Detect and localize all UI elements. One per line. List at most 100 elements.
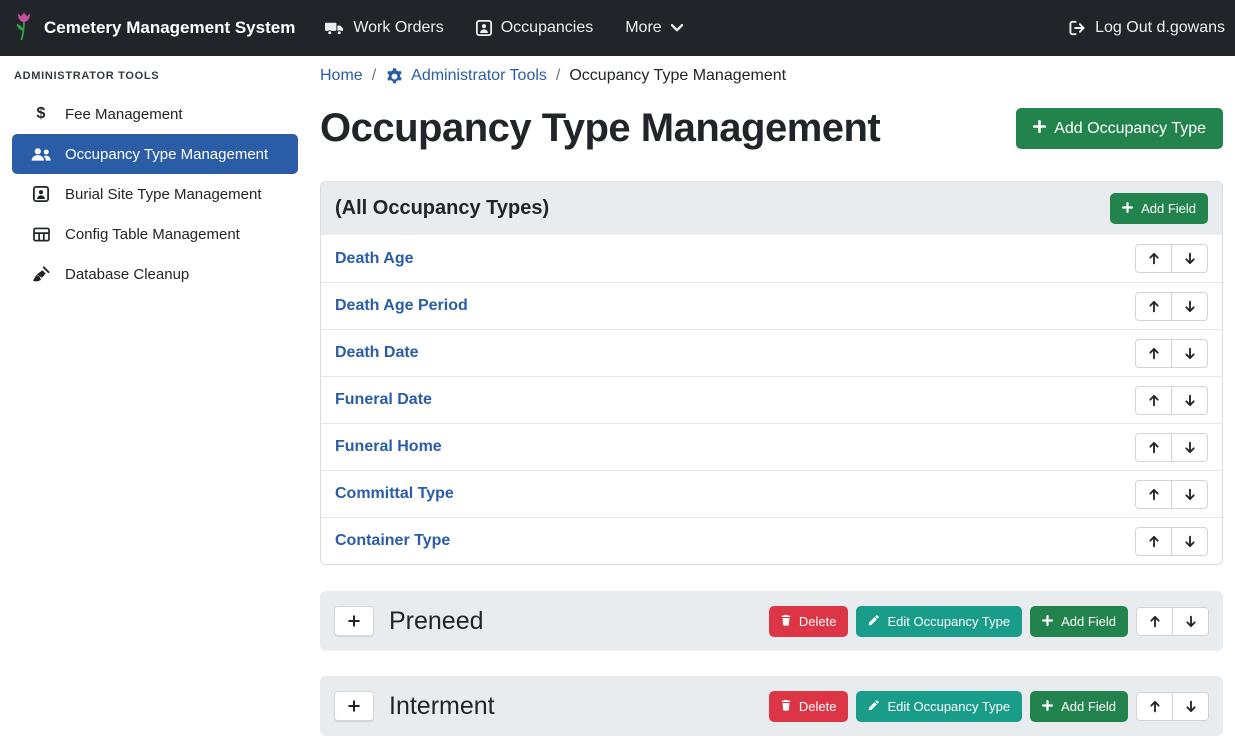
pencil-icon — [868, 614, 879, 629]
field-row: Death Date — [321, 329, 1222, 376]
sidebar-item-label: Database Cleanup — [65, 266, 189, 283]
move-down-button[interactable] — [1171, 339, 1208, 368]
sidebar-item-label: Occupancy Type Management — [65, 146, 268, 163]
breadcrumb-separator: / — [372, 67, 376, 85]
sidebar-item-database-cleanup[interactable]: Database Cleanup — [12, 254, 298, 294]
add-field-button[interactable]: Add Field — [1030, 606, 1128, 637]
reorder-buttons — [1136, 607, 1209, 636]
button-label: Add Field — [1061, 614, 1116, 629]
field-row: Committal Type — [321, 470, 1222, 517]
breadcrumb-home-link[interactable]: Home — [320, 67, 363, 85]
delete-button[interactable]: Delete — [769, 606, 849, 637]
move-down-button[interactable] — [1171, 386, 1208, 415]
field-link[interactable]: Death Date — [335, 344, 419, 362]
move-down-button[interactable] — [1172, 692, 1209, 721]
nav-occupancies[interactable]: Occupancies — [476, 19, 594, 37]
plus-icon — [1122, 201, 1133, 216]
breadcrumb-admin-tools-link[interactable]: Administrator Tools — [385, 67, 547, 86]
sidebar-item-occupancy-type-management[interactable]: Occupancy Type Management — [12, 134, 298, 174]
pencil-icon — [868, 699, 879, 714]
trash-icon — [781, 699, 791, 714]
table-icon — [30, 227, 52, 242]
sidebar-item-label: Burial Site Type Management — [65, 186, 262, 203]
reorder-buttons — [1135, 244, 1208, 273]
field-link[interactable]: Funeral Home — [335, 438, 442, 456]
move-down-button[interactable] — [1171, 244, 1208, 273]
add-field-button[interactable]: Add Field — [1030, 691, 1128, 722]
edit-occupancy-type-button[interactable]: Edit Occupancy Type — [856, 691, 1022, 722]
reorder-buttons — [1135, 433, 1208, 462]
delete-button[interactable]: Delete — [769, 691, 849, 722]
move-down-button[interactable] — [1171, 527, 1208, 556]
main-content: Home / Administrator Tools / Occupancy T… — [308, 56, 1235, 738]
button-label: Add Field — [1141, 201, 1196, 216]
sidebar-item-label: Fee Management — [65, 106, 183, 123]
reorder-buttons — [1135, 292, 1208, 321]
move-up-button[interactable] — [1135, 433, 1172, 462]
expand-section-button[interactable] — [334, 691, 374, 721]
van-icon — [325, 21, 344, 36]
button-label: Delete — [799, 614, 837, 629]
move-up-button[interactable] — [1135, 480, 1172, 509]
reorder-buttons — [1135, 480, 1208, 509]
occupancy-type-section-preneed: Preneed Delete Edit Occupancy Type Add F… — [320, 591, 1223, 651]
gear-icon — [385, 67, 404, 86]
sidebar-item-label: Config Table Management — [65, 226, 240, 243]
navbar-links: Work Orders Occupancies More — [325, 19, 682, 37]
field-row: Funeral Date — [321, 376, 1222, 423]
add-occupancy-type-button[interactable]: Add Occupancy Type — [1016, 108, 1223, 149]
move-down-button[interactable] — [1171, 292, 1208, 321]
nav-work-orders[interactable]: Work Orders — [325, 19, 443, 37]
users-icon — [30, 147, 52, 162]
person-frame-icon — [30, 186, 52, 202]
move-up-button[interactable] — [1136, 692, 1173, 721]
move-up-button[interactable] — [1135, 244, 1172, 273]
button-label: Add Field — [1061, 699, 1116, 714]
breadcrumb-label: Administrator Tools — [411, 67, 547, 85]
move-down-button[interactable] — [1172, 607, 1209, 636]
sidebar-item-config-table-management[interactable]: Config Table Management — [12, 214, 298, 254]
button-label: Delete — [799, 699, 837, 714]
logout-link[interactable]: Log Out d.gowans — [1069, 19, 1225, 37]
expand-section-button[interactable] — [334, 606, 374, 636]
sidebar-item-fee-management[interactable]: $ Fee Management — [12, 94, 298, 134]
button-label: Add Occupancy Type — [1054, 120, 1206, 138]
breadcrumb-label: Home — [320, 67, 363, 85]
move-up-button[interactable] — [1135, 386, 1172, 415]
logout-icon — [1069, 20, 1086, 36]
field-row: Container Type — [321, 517, 1222, 564]
logout-label: Log Out d.gowans — [1095, 19, 1225, 37]
reorder-buttons — [1135, 339, 1208, 368]
plus-icon — [1042, 614, 1053, 629]
broom-icon — [30, 266, 52, 282]
all-occupancy-types-card: (All Occupancy Types) Add Field Death Ag… — [320, 181, 1223, 565]
move-up-button[interactable] — [1135, 339, 1172, 368]
edit-occupancy-type-button[interactable]: Edit Occupancy Type — [856, 606, 1022, 637]
plus-icon — [1033, 120, 1046, 138]
field-link[interactable]: Death Age Period — [335, 297, 468, 315]
brand[interactable]: Cemetery Management System — [14, 11, 295, 46]
reorder-buttons — [1136, 692, 1209, 721]
move-up-button[interactable] — [1135, 292, 1172, 321]
move-up-button[interactable] — [1136, 607, 1173, 636]
field-link[interactable]: Death Age — [335, 250, 414, 268]
sidebar-heading: ADMINISTRATOR TOOLS — [12, 68, 298, 94]
move-down-button[interactable] — [1171, 433, 1208, 462]
field-link[interactable]: Committal Type — [335, 485, 454, 503]
flower-logo-icon — [14, 11, 34, 46]
field-link[interactable]: Funeral Date — [335, 391, 432, 409]
breadcrumb: Home / Administrator Tools / Occupancy T… — [320, 64, 1223, 88]
nav-label: Work Orders — [353, 19, 443, 37]
move-down-button[interactable] — [1171, 480, 1208, 509]
nav-more[interactable]: More — [625, 19, 682, 37]
field-link[interactable]: Container Type — [335, 532, 450, 550]
card-title: (All Occupancy Types) — [335, 197, 549, 220]
move-up-button[interactable] — [1135, 527, 1172, 556]
trash-icon — [781, 614, 791, 629]
reorder-buttons — [1135, 386, 1208, 415]
card-header: (All Occupancy Types) Add Field — [321, 182, 1222, 235]
add-field-button[interactable]: Add Field — [1110, 193, 1208, 224]
sidebar-item-burial-site-type-management[interactable]: Burial Site Type Management — [12, 174, 298, 214]
top-navbar: Cemetery Management System Work Orders — [0, 0, 1235, 56]
breadcrumb-current: Occupancy Type Management — [569, 67, 786, 85]
